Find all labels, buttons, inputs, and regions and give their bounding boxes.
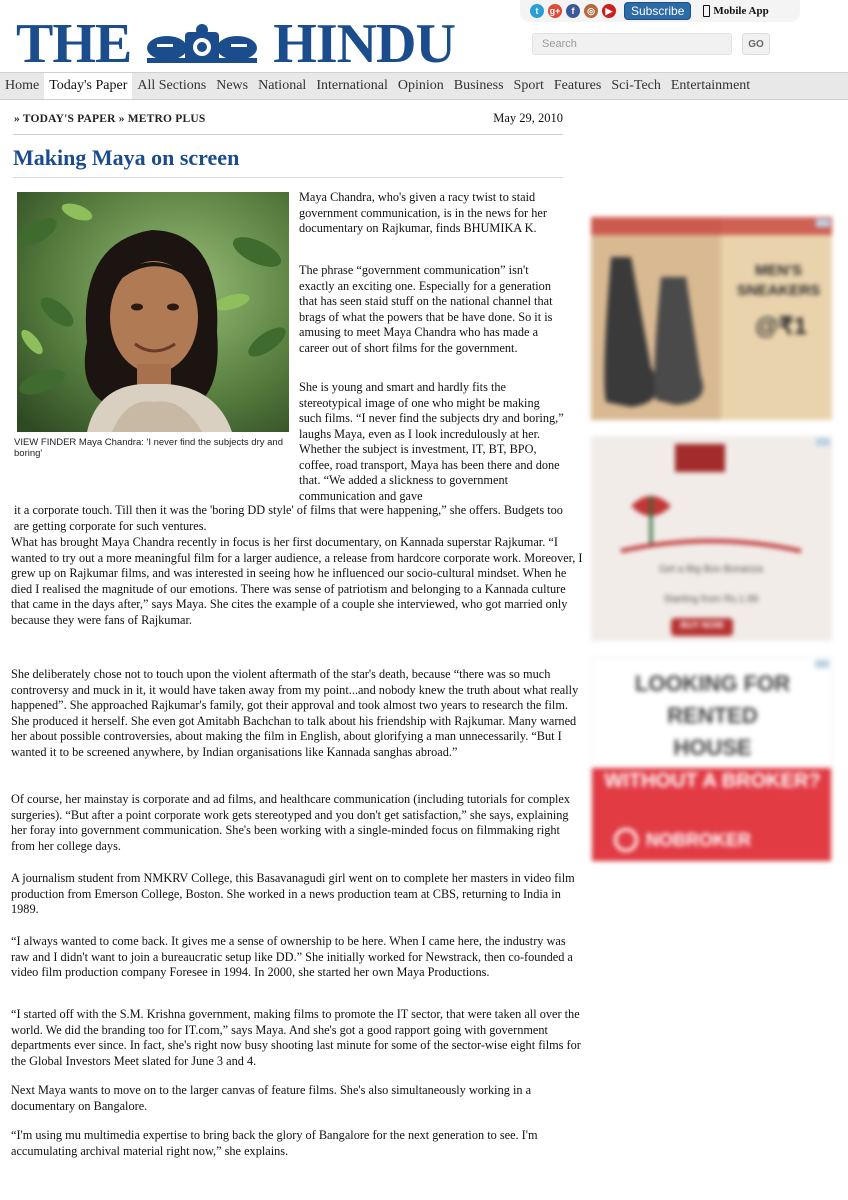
article-date: May 29, 2010 [493,111,563,125]
article-paragraph: The phrase “government communication” is… [299,263,553,355]
twitter-icon[interactable]: t [530,4,544,18]
article-paragraph: A journalism student from NMKRV College,… [11,871,575,916]
nav-item-national[interactable]: National [253,73,311,99]
ad-price: @₹1 [754,313,808,340]
ad-cta[interactable]: BUY NOW [671,620,733,630]
ad-text: Get a Big Box Bonanza [659,564,763,575]
article-paragraph: “I always wanted to come back. It gives … [11,934,573,979]
nav-item-news[interactable]: News [211,73,253,99]
divider [13,177,563,178]
nav-item-todays-paper[interactable]: Today's Paper [44,73,133,99]
ad-text: MEN'S SNEAKERS [736,262,821,299]
search-input[interactable]: Search [532,33,732,55]
youtube-icon[interactable]: ▶ [602,4,616,18]
ad-banner-bonanza[interactable]: Get a Big Box Bonanza Starting from Rs.1… [591,436,832,641]
phone-icon [703,5,711,17]
article-headline: Making Maya on screen [13,145,240,170]
article-paragraph: it a corporate touch. Till then it was t… [14,503,563,533]
adchoices-icon[interactable] [815,660,829,668]
article-paragraph: “I started off with the S.M. Krishna gov… [11,1007,581,1068]
ad-text: WITHOUT A BROKER? [604,770,821,792]
logo-text-right: HINDU [273,13,456,75]
article-paragraph: “I'm using mu multimedia expertise to br… [11,1128,538,1158]
ad-banner-nobroker[interactable]: LOOKING FOR RENTED HOUSE WITHOUT A BROKE… [591,657,832,862]
divider [13,134,563,135]
subscribe-button[interactable]: Subscribe [624,2,692,20]
crest-icon [147,24,258,63]
ad-text: RENTED [667,703,758,728]
logo-text-left: THE [16,13,132,75]
article-paragraph: Of course, her mainstay is corporate and… [11,792,570,853]
ad-text: LOOKING FOR [634,671,791,696]
go-button[interactable]: GO [742,33,770,55]
ad-brand: NOBROKER [646,830,752,850]
article-paragraph: What has brought Maya Chandra recently i… [11,535,583,627]
ad-banner-sneakers[interactable]: MEN'S SNEAKERS @₹1 [591,217,832,420]
nav-item-home[interactable]: Home [0,73,44,99]
nav-item-sport[interactable]: Sport [509,73,549,99]
site-logo[interactable]: THE HINDU [16,13,456,75]
adchoices-icon[interactable] [816,438,830,446]
nav-item-sci-tech[interactable]: Sci-Tech [606,73,666,99]
nav-item-all-sections[interactable]: All Sections [132,73,211,99]
facebook-icon[interactable]: f [566,4,580,18]
nav-item-opinion[interactable]: Opinion [393,73,449,99]
nav-item-business[interactable]: Business [449,73,509,99]
nav-item-international[interactable]: International [311,73,393,99]
article-paragraph: She deliberately chose not to touch upon… [11,667,579,759]
mobile-app-link[interactable]: Mobile App [703,5,769,17]
article-standfirst: Maya Chandra, who's given a racy twist t… [299,190,547,235]
social-bar: t g+ f ◎ ▶ Subscribe Mobile App [520,0,800,22]
mobile-app-label: Mobile App [713,5,769,17]
breadcrumb[interactable]: » TODAY'S PAPER » METRO PLUS [14,113,205,125]
nav-item-entertainment[interactable]: Entertainment [666,73,755,99]
photo-caption: VIEW FINDER Maya Chandra: 'I never find … [14,437,283,459]
ad-text: HOUSE [673,735,752,760]
google-plus-icon[interactable]: g+ [548,4,562,18]
ad-text: Starting from Rs.1.99 [663,594,759,605]
article-paragraph: She is young and smart and hardly fits t… [299,380,564,503]
nav-item-features[interactable]: Features [549,73,606,99]
instagram-icon[interactable]: ◎ [584,4,598,18]
main-nav: Home Today's Paper All Sections News Nat… [0,72,848,100]
article-paragraph: Next Maya wants to move on to the larger… [11,1083,532,1113]
article-photo [17,192,289,432]
adchoices-icon[interactable] [816,219,830,227]
brand-logo-icon [614,828,638,852]
